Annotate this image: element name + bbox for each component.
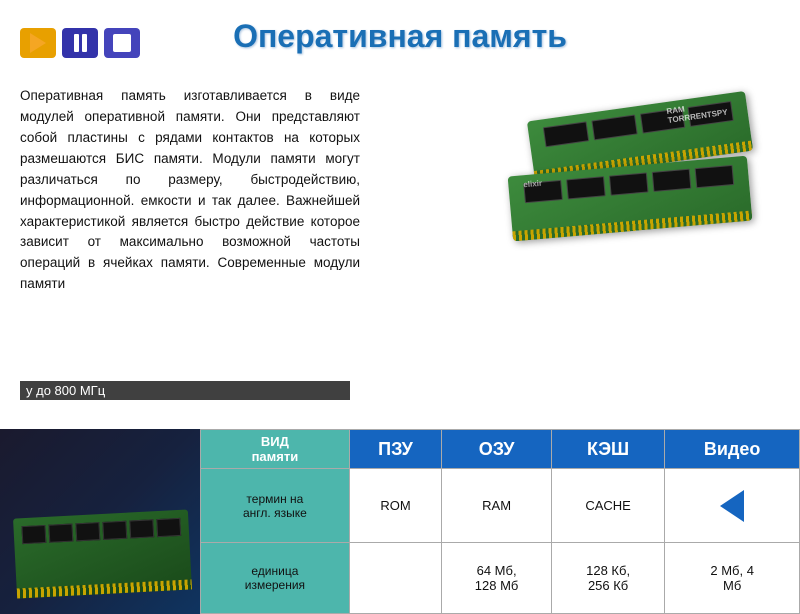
content-area: Оперативная память изготавливается в вид… bbox=[0, 86, 800, 614]
stop-button[interactable] bbox=[104, 28, 140, 58]
col-header-video: Видео bbox=[665, 430, 800, 469]
row1-pzu: ROM bbox=[349, 469, 442, 543]
pause-button[interactable] bbox=[62, 28, 98, 58]
row2-label: единицаизмерения bbox=[201, 543, 350, 614]
bottom-ram-image bbox=[0, 429, 200, 614]
col-header-vid: ВИДпамяти bbox=[201, 430, 350, 469]
brand-label: elixir bbox=[523, 179, 542, 190]
row1-video bbox=[665, 469, 800, 543]
arrow-left-icon bbox=[720, 490, 744, 522]
col-header-kesh: КЭШ bbox=[551, 430, 664, 469]
body-text: Оперативная память изготавливается в вид… bbox=[20, 86, 360, 295]
row2-pzu bbox=[349, 543, 442, 614]
row2-video: 2 Мб, 4Мб bbox=[665, 543, 800, 614]
col-header-pzu: ПЗУ bbox=[349, 430, 442, 469]
bottom-pcb bbox=[15, 454, 190, 594]
row2-ozu: 64 Мб,128 Мб bbox=[442, 543, 552, 614]
row1-ozu: RAM bbox=[442, 469, 552, 543]
stop-icon bbox=[113, 34, 131, 52]
navigation-bar bbox=[20, 28, 140, 58]
ram-image: RAMTORRRENTSPY elixir bbox=[490, 86, 780, 291]
col-header-ozu: ОЗУ bbox=[442, 430, 552, 469]
table-row-2: единицаизмерения 64 Мб,128 Мб 128 Кб,256… bbox=[201, 543, 800, 614]
info-table-area: ВИДпамяти ПЗУ ОЗУ КЭШ Видео термин наанг… bbox=[200, 429, 800, 614]
pause-icon bbox=[74, 34, 87, 52]
next-button[interactable] bbox=[20, 28, 56, 58]
speed-text: у до 800 МГц bbox=[20, 381, 350, 400]
row1-label: термин наангл. языке bbox=[201, 469, 350, 543]
table-row-1: термин наангл. языке ROM RAM CACHE bbox=[201, 469, 800, 543]
memory-table: ВИДпамяти ПЗУ ОЗУ КЭШ Видео термин наанг… bbox=[200, 429, 800, 614]
row1-kesh: CACHE bbox=[551, 469, 664, 543]
row2-kesh: 128 Кб,256 Кб bbox=[551, 543, 664, 614]
arrow-right-icon bbox=[30, 33, 46, 53]
